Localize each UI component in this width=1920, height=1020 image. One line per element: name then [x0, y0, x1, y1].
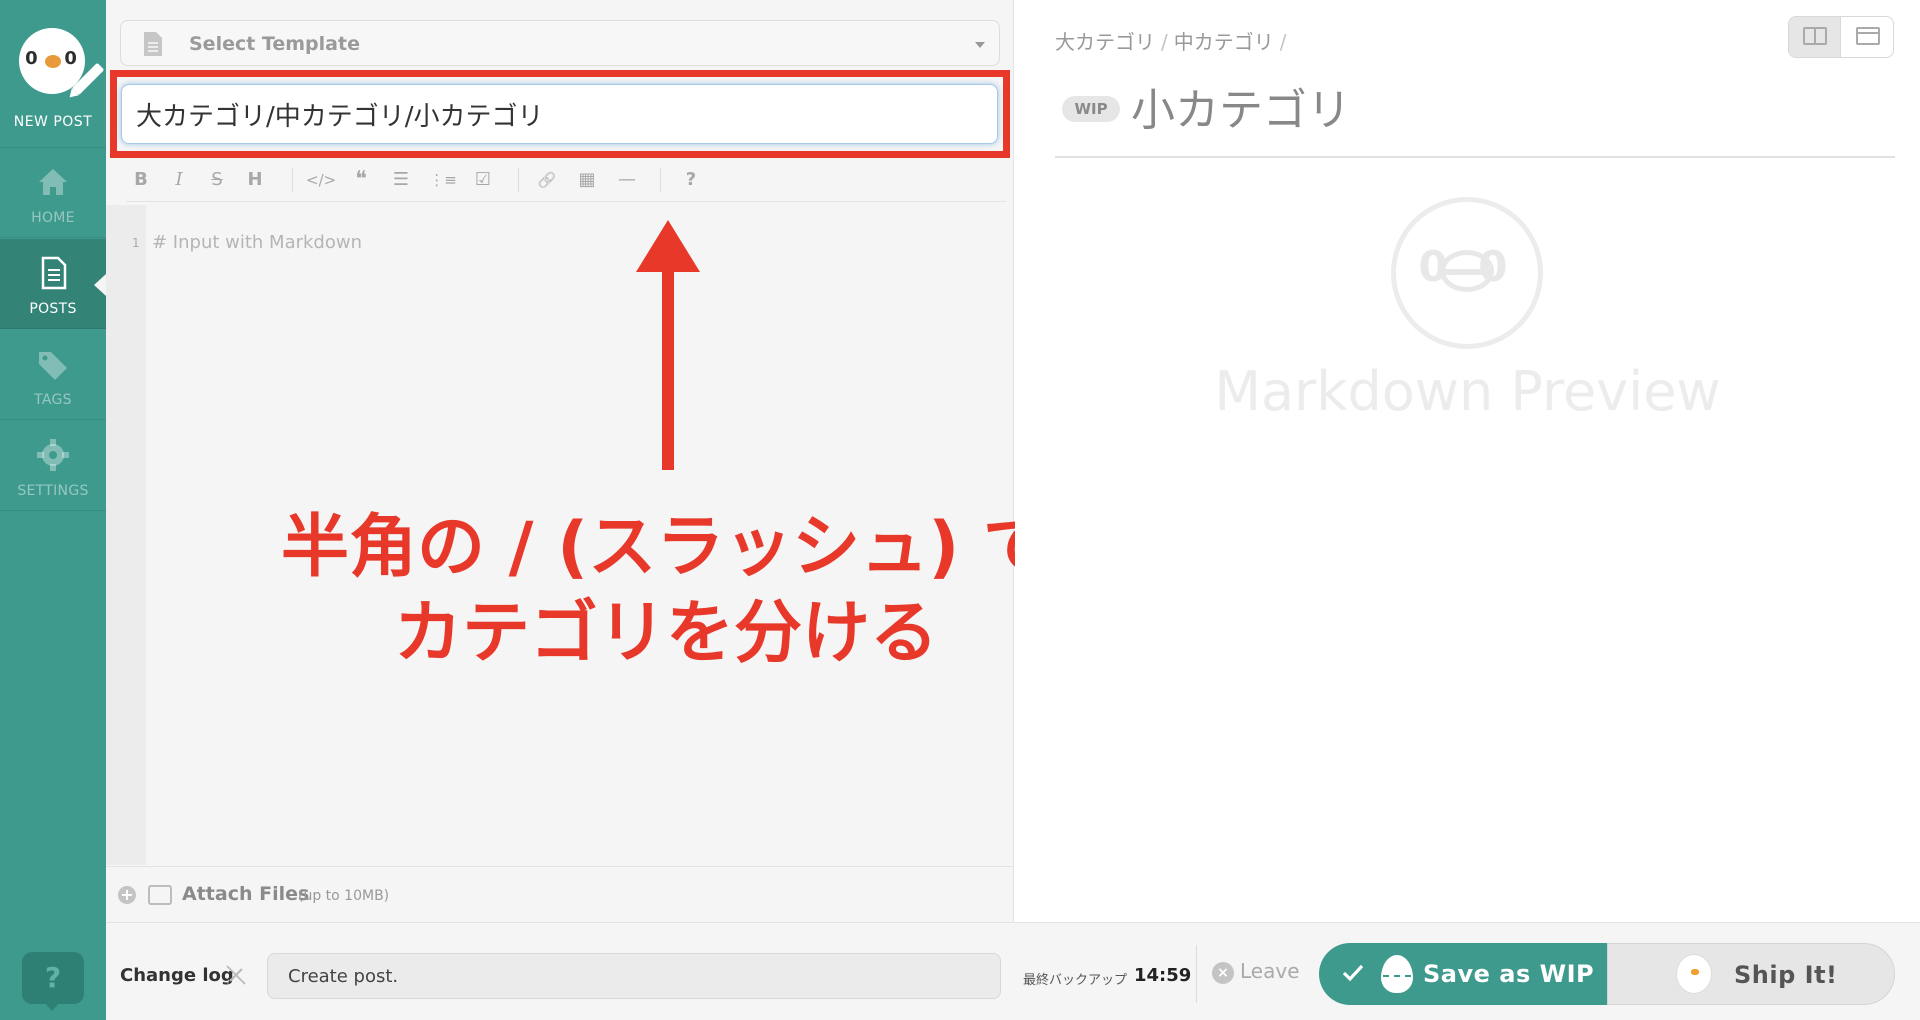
breadcrumb-item[interactable]: 中カテゴリ — [1174, 30, 1274, 54]
toolbar-divider — [518, 168, 519, 192]
last-backup-time: 14:59 — [1134, 965, 1192, 986]
heading-button[interactable]: H — [240, 165, 270, 195]
annotation-line-1: 半角の / (スラッシュ) で — [280, 508, 1051, 587]
image-icon — [148, 885, 172, 905]
template-select[interactable]: Select Template — [120, 20, 1000, 66]
markdown-body-input[interactable]: # Input with Markdown — [152, 232, 362, 253]
single-view-button[interactable] — [1842, 17, 1893, 57]
preview-divider — [1055, 156, 1895, 158]
attach-files-bar[interactable]: + Attach Files (up to 10MB) — [106, 866, 1014, 922]
link-button[interactable]: 🔗 — [532, 165, 562, 195]
markdown-toolbar: B I S H </> ❝ ☰ ⋮≡ ☑ 🔗 ▦ — ? — [126, 160, 1006, 202]
document-icon — [41, 256, 67, 290]
help-chat-button[interactable]: ? — [22, 952, 84, 1011]
ship-it-button[interactable]: Ship It! — [1607, 943, 1895, 1005]
editor-pane: Select Template B I S H </> ❝ ☰ ⋮≡ ☑ 🔗 ▦… — [106, 0, 1051, 922]
table-button[interactable]: ▦ — [572, 165, 602, 195]
code-button[interactable]: </> — [306, 165, 336, 195]
split-view-button[interactable] — [1789, 17, 1841, 57]
wip-badge: WIP — [1062, 96, 1120, 122]
ship-it-label: Ship It! — [1734, 961, 1838, 989]
breadcrumb-item[interactable]: 大カテゴリ — [1055, 30, 1155, 54]
toolbar-divider — [660, 168, 661, 192]
breadcrumb: 大カテゴリ / 中カテゴリ / — [1055, 30, 1287, 54]
line-number: 1 — [132, 236, 140, 250]
template-document-icon — [144, 32, 162, 56]
view-mode-toggle — [1788, 16, 1894, 58]
footer-divider — [1196, 945, 1197, 1003]
gear-icon — [37, 439, 69, 471]
changelog-input[interactable] — [267, 953, 1001, 999]
annotation-text: 半角の / (スラッシュ) で カテゴリを分ける — [236, 505, 1096, 677]
markdown-help-button[interactable]: ? — [676, 165, 706, 195]
last-backup-label: 最終バックアップ — [1023, 973, 1128, 988]
preview-placeholder-text: Markdown Preview — [1214, 360, 1721, 423]
single-view-icon — [1856, 27, 1880, 45]
sidebar-item-posts[interactable]: POSTS — [0, 239, 106, 329]
task-list-button[interactable]: ☑ — [468, 165, 498, 195]
quote-button[interactable]: ❝ — [346, 165, 376, 195]
check-icon — [1342, 964, 1364, 982]
sidebar-item-label: POSTS — [29, 301, 77, 317]
bold-button[interactable]: B — [126, 165, 156, 195]
tag-icon — [39, 352, 67, 380]
changelog-label: Change log — [120, 965, 234, 986]
egg-icon — [1381, 955, 1413, 993]
notification-off-icon[interactable] — [224, 963, 248, 987]
sidebar-item-label: SETTINGS — [17, 483, 89, 499]
sidebar-item-tags[interactable]: TAGS — [0, 330, 106, 420]
chevron-down-icon — [975, 42, 985, 48]
horizontal-rule-button[interactable]: — — [612, 165, 642, 195]
bullet-list-button[interactable]: ☰ — [386, 165, 416, 195]
sidebar-item-label: TAGS — [34, 392, 72, 408]
attach-size-note: (up to 10MB) — [298, 888, 390, 904]
leave-label: Leave — [1240, 959, 1300, 983]
footer-bar: Change log 最終バックアップ 14:59 × Leave Save as… — [106, 922, 1920, 1020]
annotation-line-2: カテゴリを分ける — [393, 594, 938, 673]
italic-button[interactable]: I — [164, 165, 194, 195]
placeholder-logo-icon: 0 0 — [1391, 197, 1543, 349]
numbered-list-button[interactable]: ⋮≡ — [428, 165, 458, 195]
close-icon: × — [1212, 961, 1234, 984]
preview-pane: 大カテゴリ / 中カテゴリ / WIP 小カテゴリ 0 0 Markdown Prev… — [1015, 0, 1920, 922]
save-as-wip-label: Save as WIP — [1423, 960, 1595, 988]
sidebar-item-label: HOME — [31, 210, 75, 226]
new-post-label: NEW POST — [13, 114, 93, 130]
leave-button[interactable]: × Leave — [1212, 959, 1300, 989]
toolbar-divider — [292, 168, 293, 192]
sidebar: 0 0 NEW POST HOME POSTS TAGS SETTINGS ? — [0, 0, 106, 1020]
new-post-button[interactable]: 0 0 NEW POST — [0, 0, 106, 148]
post-title-input[interactable] — [121, 84, 998, 144]
attach-files-label: Attach Files — [182, 883, 310, 905]
plus-icon: + — [118, 886, 136, 904]
save-as-wip-button[interactable]: Save as WIP — [1319, 943, 1607, 1005]
home-icon — [39, 169, 67, 195]
line-number-gutter — [106, 205, 146, 865]
chick-icon — [1676, 954, 1712, 994]
split-view-icon — [1803, 27, 1827, 45]
preview-title: 小カテゴリ — [1131, 85, 1351, 136]
sidebar-item-settings[interactable]: SETTINGS — [0, 421, 106, 511]
annotation-arrow-shaft — [662, 262, 674, 470]
template-select-label: Select Template — [189, 33, 360, 55]
sidebar-item-home[interactable]: HOME — [0, 148, 106, 238]
strikethrough-button[interactable]: S — [202, 165, 232, 195]
